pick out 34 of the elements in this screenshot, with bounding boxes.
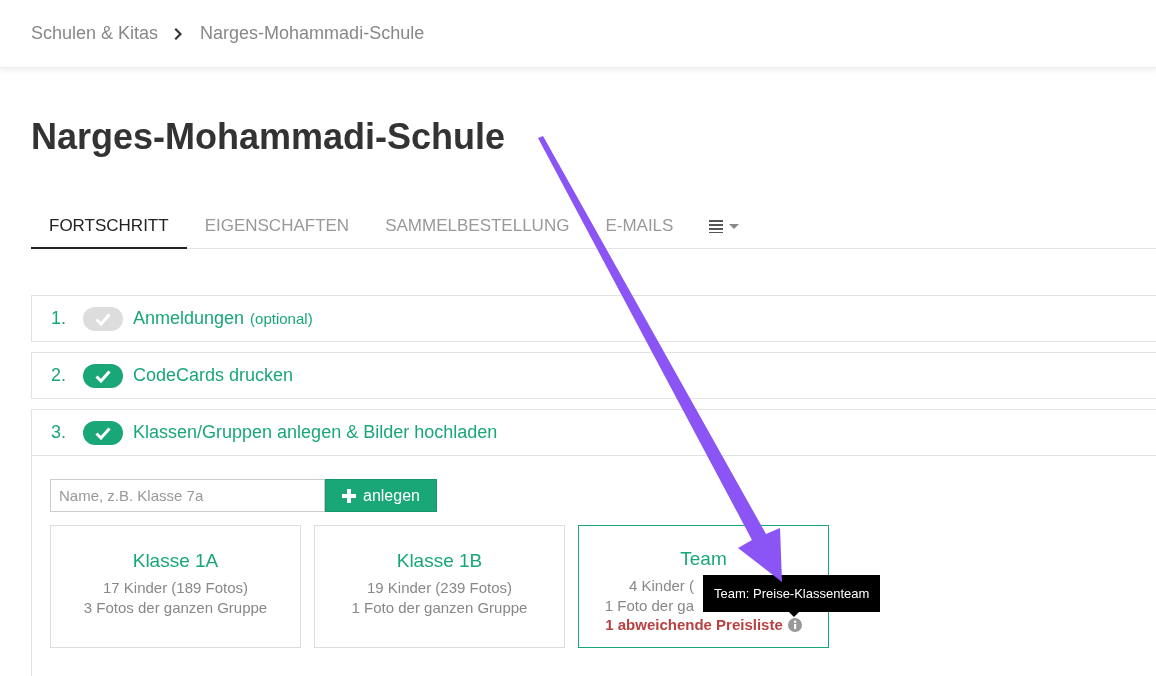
tab[interactable]: E-MAILS [587, 206, 692, 249]
step-title[interactable]: Klassen/Gruppen anlegen & Bilder hochladen [133, 422, 498, 443]
step-number: 3. [51, 422, 67, 443]
step-title[interactable]: Anmeldungen [133, 308, 245, 329]
plus-icon [342, 488, 356, 503]
group-info: 1 Foto der ga [604, 596, 694, 616]
group-name: Team [680, 548, 727, 570]
group-info: 17 Kinder (189 Fotos) [102, 577, 249, 598]
group-info: 1 Foto der ganzen Gruppe [351, 597, 528, 618]
breadcrumb-link[interactable]: Schulen & Kitas [31, 23, 159, 44]
step-title[interactable]: CodeCards drucken [133, 365, 294, 386]
group-info: 4 Kinder ( [628, 576, 694, 596]
group-name: Klasse 1A [132, 549, 219, 572]
chevron-icon [174, 26, 185, 41]
tab[interactable]: SAMMELBESTELLUNG [367, 206, 588, 249]
group-name: Klasse 1B [396, 549, 483, 572]
info-icon[interactable] [787, 617, 802, 632]
step-number: 1. [51, 308, 67, 329]
group-card[interactable]: Klasse 1A 17 Kinder (189 Fotos) 3 Fotos der ganzen Gruppe [50, 525, 301, 648]
tooltip: Team: Preise-Klassenteam [703, 575, 881, 612]
group-info: 3 Fotos der ganzen Gruppe [83, 597, 268, 618]
tab[interactable]: EIGENSCHAFTEN [186, 206, 368, 249]
list-menu-icon [709, 219, 740, 233]
step-note: (optional) [250, 310, 313, 327]
tab[interactable]: FORTSCHRITT [31, 206, 187, 249]
tooltip-pointer [789, 612, 799, 617]
breadcrumb-link[interactable]: Narges-Mohammadi-Schule [200, 23, 425, 44]
price-list-warning: 1 abweichende Preisliste [605, 616, 783, 633]
add-button[interactable]: anlegen [325, 479, 437, 512]
name-input-field[interactable]: Name, z.B. Klasse 7a [50, 479, 325, 512]
group-info: 19 Kinder (239 Fotos) [366, 577, 513, 598]
page-title: Narges-Mohammadi-Schule [31, 116, 507, 158]
group-card[interactable]: Klasse 1B 19 Kinder (239 Fotos) 1 Foto der ganzen Gruppe [314, 525, 565, 648]
step-number: 2. [51, 365, 67, 386]
